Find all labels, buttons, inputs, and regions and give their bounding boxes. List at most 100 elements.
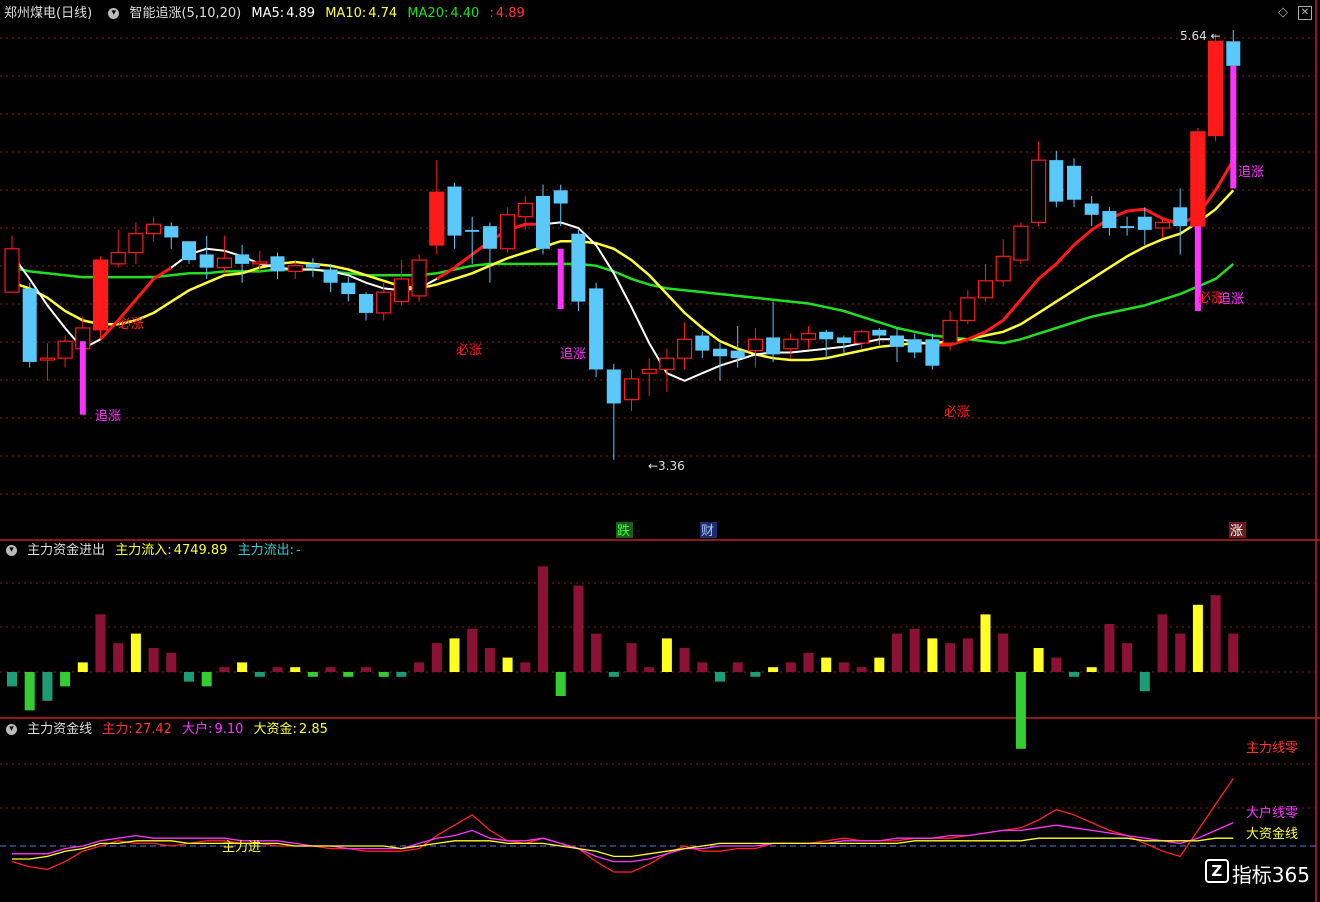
candle-body xyxy=(641,368,657,374)
candle-body xyxy=(393,278,409,303)
indicator-name[interactable]: 智能追涨(5,10,20) xyxy=(129,6,241,21)
candle-fill xyxy=(93,260,108,330)
candle-body xyxy=(482,226,497,249)
flow-bar xyxy=(962,638,973,672)
extra-value: 4.89 xyxy=(495,6,525,21)
candle-body xyxy=(659,357,675,371)
flow-bar xyxy=(892,633,902,672)
dzj-value: 2.85 xyxy=(298,722,328,737)
candle-body xyxy=(1049,160,1064,202)
candle-body xyxy=(695,335,710,351)
flow-menu-icon[interactable]: ▾ xyxy=(6,545,17,556)
signal-stem xyxy=(1230,65,1237,189)
chart-canvas: 5.64 ←←3.36追涨必涨必涨 追涨必涨追涨必涨追涨跌财涨主力进主力线零大户线… xyxy=(0,0,1320,902)
candle-body xyxy=(235,254,250,264)
ma5-label: MA5: xyxy=(251,6,285,21)
candle-body xyxy=(1137,216,1152,230)
flow-bar xyxy=(378,672,389,677)
flow-bar xyxy=(927,638,938,672)
symbol-name[interactable]: 郑州煤电 xyxy=(4,6,56,21)
flow-bar xyxy=(201,672,212,687)
flow-title[interactable]: 主力资金进出 xyxy=(27,543,105,558)
watermark-text: 指标365 xyxy=(1231,863,1310,887)
main-in-annotation: 主力进 xyxy=(222,840,261,855)
candle-body xyxy=(1102,211,1117,229)
high-price-label: 5.64 ← xyxy=(1180,29,1221,43)
candle-body xyxy=(907,339,922,353)
signal-stem xyxy=(79,341,86,415)
restore-icon[interactable]: ◇ xyxy=(1276,6,1290,20)
flow-bar xyxy=(237,662,248,672)
flow-bar xyxy=(591,633,602,672)
candle-body xyxy=(465,229,480,232)
flow-bar xyxy=(467,628,478,672)
candle-body xyxy=(766,337,781,355)
candle-body xyxy=(800,333,817,340)
flow-bar xyxy=(573,585,584,672)
candle-body xyxy=(1013,225,1029,261)
signal-label: 必涨 xyxy=(118,317,144,332)
inflow-value: 4749.89 xyxy=(173,543,228,558)
candle-body xyxy=(1154,221,1171,229)
zl-label: 主力: xyxy=(102,722,133,737)
logo-icon: Z xyxy=(1204,859,1229,883)
candle-body xyxy=(110,251,126,265)
candle-body xyxy=(146,223,162,235)
flow-bar xyxy=(644,667,655,672)
flow-bar xyxy=(750,672,761,677)
candle-body xyxy=(1084,203,1099,215)
candle-body xyxy=(960,297,976,322)
flow-bar xyxy=(77,662,88,672)
flow-bar xyxy=(130,633,141,672)
trend-overlay-line xyxy=(932,159,1235,347)
flow-bar xyxy=(803,652,814,672)
signal-label: 追涨 xyxy=(95,408,121,424)
line-menu-icon[interactable]: ▾ xyxy=(6,724,17,735)
dh-value: 9.10 xyxy=(214,722,244,737)
flow-bar xyxy=(148,648,159,672)
flow-bar xyxy=(998,633,1009,672)
flow-bar xyxy=(396,672,407,677)
ma20-label: MA20: xyxy=(407,6,449,21)
candle-body xyxy=(713,348,727,357)
outflow-value: - xyxy=(295,543,301,558)
close-icon[interactable]: ✕ xyxy=(1298,6,1312,20)
candle-body xyxy=(359,294,373,313)
indicator-menu-icon[interactable]: ▾ xyxy=(108,8,120,19)
candle-body xyxy=(500,214,516,250)
flow-bar xyxy=(732,662,743,672)
candle-body xyxy=(199,254,214,268)
flow-bar xyxy=(361,667,371,672)
ma20-value: 4.40 xyxy=(450,6,480,21)
flow-bar xyxy=(679,648,690,672)
candle-body xyxy=(747,338,764,352)
flow-bar xyxy=(909,628,920,672)
candle-body xyxy=(836,337,851,344)
dzj-label: 大资金: xyxy=(253,722,297,737)
candle-body xyxy=(853,331,870,344)
flow-bar xyxy=(1086,667,1097,672)
period-label: (日线) xyxy=(56,6,93,21)
flow-bar xyxy=(874,657,885,672)
event-tag-label: 涨 xyxy=(1230,524,1243,539)
candle-body xyxy=(341,282,356,295)
flow-bar xyxy=(1228,633,1239,672)
flow-bar xyxy=(1122,643,1133,672)
inflow-label: 主力流入: xyxy=(115,543,172,558)
outflow-label: 主力流出: xyxy=(237,543,294,558)
candle-body xyxy=(589,288,604,370)
low-price-label: ←3.36 xyxy=(648,459,685,473)
candle-body xyxy=(1067,165,1081,200)
candle-body xyxy=(1173,207,1188,227)
flow-bar xyxy=(697,662,708,672)
flow-bar xyxy=(219,667,230,672)
ma10-label: MA10: xyxy=(325,6,367,21)
event-tag-label: 跌 xyxy=(617,523,630,539)
zl-annotation: 主力线零 xyxy=(1246,741,1298,756)
candle-body xyxy=(57,340,73,359)
flow-bar xyxy=(1104,624,1115,672)
line-title[interactable]: 主力资金线 xyxy=(27,722,92,737)
candle-body xyxy=(447,186,462,236)
candle-body xyxy=(890,335,904,347)
flow-bar xyxy=(24,672,35,711)
